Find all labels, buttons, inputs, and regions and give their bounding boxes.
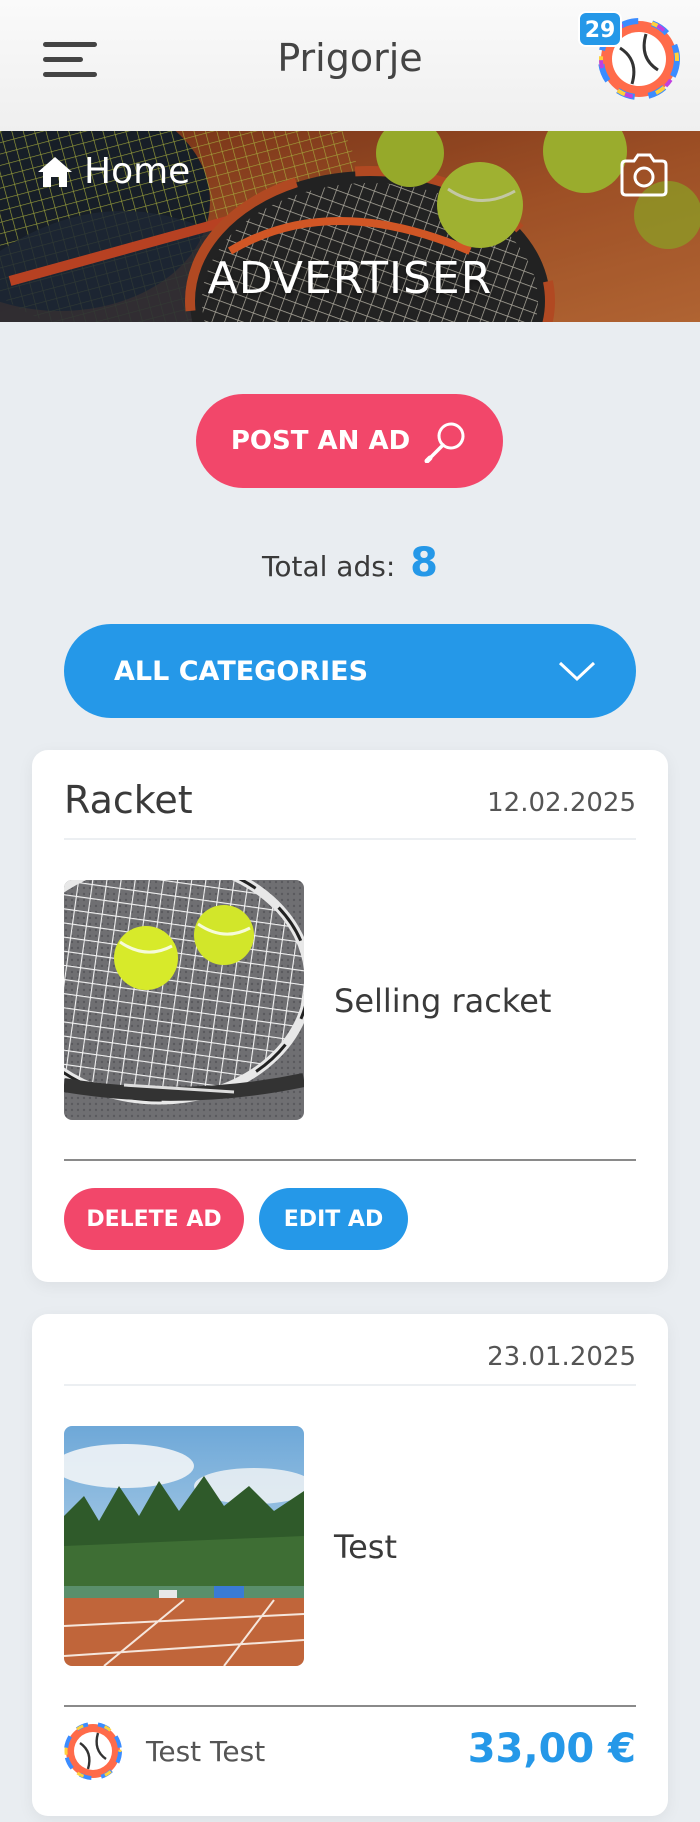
- card-divider: [64, 838, 636, 840]
- racket-icon: [424, 422, 465, 463]
- card-divider: [64, 1159, 636, 1161]
- ad-title: Racket: [64, 778, 193, 822]
- ad-card[interactable]: Racket 12.02.2025 Selling racket DELETE …: [32, 750, 668, 1282]
- seller-avatar[interactable]: [64, 1722, 122, 1780]
- home-link[interactable]: Home: [36, 151, 190, 192]
- ad-thumbnail-racket[interactable]: [64, 880, 304, 1120]
- chevron-down-icon: [558, 661, 596, 682]
- category-label: ALL CATEGORIES: [114, 655, 369, 687]
- app-header: Prigorje 29: [0, 0, 700, 131]
- home-label: Home: [84, 151, 191, 192]
- total-ads-label: Total ads:: [262, 550, 396, 583]
- ad-date: 12.02.2025: [487, 788, 636, 818]
- camera-icon[interactable]: [618, 153, 670, 197]
- ad-thumbnail-courts[interactable]: [64, 1426, 304, 1666]
- notification-badge[interactable]: 29: [578, 11, 622, 47]
- ad-date: 23.01.2025: [487, 1342, 636, 1372]
- total-ads: Total ads: 8: [0, 540, 700, 586]
- ad-card[interactable]: 23.01.2025 Test Test Test 33,00 €: [32, 1314, 668, 1816]
- edit-ad-button[interactable]: EDIT AD: [259, 1188, 408, 1250]
- hero-banner: Home ADVERTISER: [0, 131, 700, 322]
- ad-price: 33,00 €: [467, 1726, 636, 1772]
- home-icon: [38, 156, 72, 187]
- seller-name[interactable]: Test Test: [146, 1735, 265, 1768]
- card-divider: [64, 1384, 636, 1386]
- category-dropdown[interactable]: ALL CATEGORIES: [64, 624, 636, 718]
- total-ads-count: 8: [410, 540, 438, 586]
- delete-ad-button[interactable]: DELETE AD: [64, 1188, 244, 1250]
- ad-description: Test: [334, 1528, 398, 1566]
- page-title: ADVERTISER: [207, 253, 493, 304]
- post-ad-label: POST AN AD: [230, 426, 411, 456]
- ad-description: Selling racket: [334, 982, 552, 1020]
- card-divider: [64, 1705, 636, 1707]
- post-ad-button[interactable]: POST AN AD: [196, 394, 503, 488]
